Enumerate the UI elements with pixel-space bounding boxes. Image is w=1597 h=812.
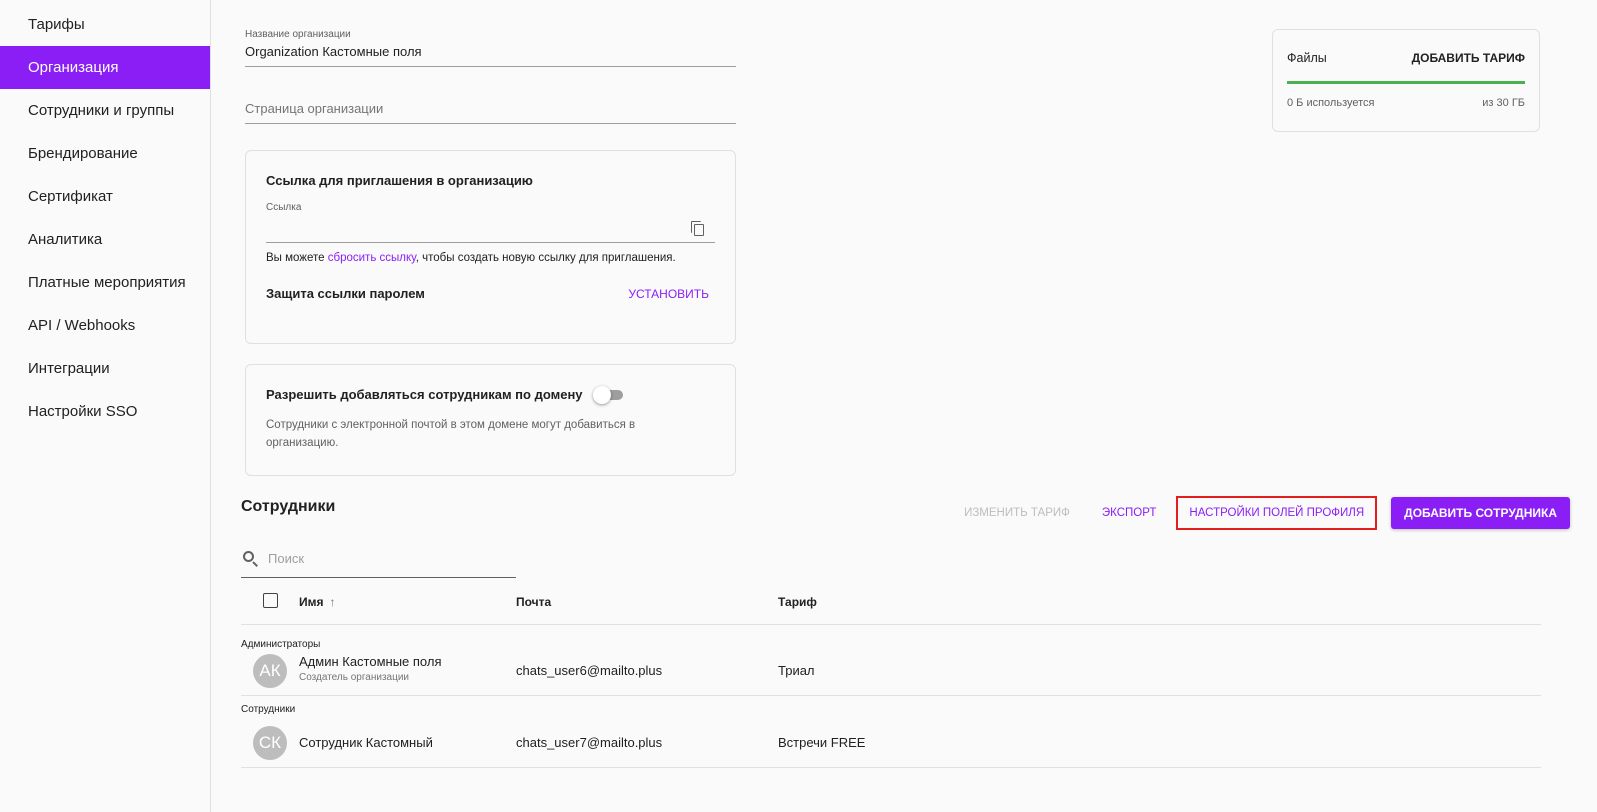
table-row[interactable]: АК Админ Кастомные поля Создатель органи… (241, 645, 1541, 696)
sidebar-item-certificate[interactable]: Сертификат (0, 175, 210, 218)
invite-link-input[interactable] (266, 217, 715, 243)
add-plan-button[interactable]: ДОБАВИТЬ ТАРИФ (1412, 51, 1525, 65)
employee-plan: Триал (778, 663, 815, 678)
sidebar-item-integrations[interactable]: Интеграции (0, 347, 210, 390)
storage-total: из 30 ГБ (1482, 97, 1525, 109)
storage-used: 0 Б используется (1287, 97, 1375, 109)
sidebar-item-paid-events[interactable]: Платные мероприятия (0, 261, 210, 304)
search-input[interactable] (268, 551, 498, 566)
employee-email: chats_user7@mailto.plus (516, 735, 663, 750)
org-name-value[interactable]: Organization Кастомные поля (245, 44, 736, 66)
sidebar-item-branding[interactable]: Брендирование (0, 132, 210, 175)
sidebar-item-organization[interactable]: Организация (0, 46, 210, 89)
org-name-label: Название организации (245, 29, 351, 40)
domain-join-description: Сотрудники с электронной почтой в этом д… (266, 419, 636, 449)
invite-link-card: Ссылка для приглашения в организацию Ссы… (245, 150, 736, 344)
reset-link-hint: Вы можете сбросить ссылку, чтобы создать… (266, 252, 676, 264)
reset-link[interactable]: сбросить ссылку (328, 252, 416, 264)
column-name[interactable]: Имя ↑ (299, 595, 336, 609)
export-button[interactable]: ЭКСПОРТ (1102, 507, 1157, 519)
invite-link-label: Ссылка (266, 202, 302, 213)
group-label-employees: Сотрудники (241, 704, 296, 715)
employees-title: Сотрудники (241, 498, 336, 515)
employee-email: chats_user6@mailto.plus (516, 663, 663, 678)
copy-icon[interactable] (691, 221, 705, 237)
files-title: Файлы (1287, 51, 1327, 65)
avatar: АК (253, 654, 287, 688)
files-card: Файлы ДОБАВИТЬ ТАРИФ 0 Б используется из… (1272, 29, 1540, 132)
employee-search[interactable] (241, 540, 516, 578)
domain-join-card: Разрешить добавляться сотрудникам по дом… (245, 364, 736, 476)
employees-actions: ИЗМЕНИТЬ ТАРИФ ЭКСПОРТ НАСТРОЙКИ ПОЛЕЙ П… (964, 496, 1570, 530)
employee-name: Сотрудник Кастомный (299, 735, 433, 750)
select-all-checkbox[interactable] (263, 593, 278, 608)
domain-join-toggle[interactable] (592, 385, 623, 404)
employee-plan: Встречи FREE (778, 735, 866, 750)
employee-role: Создатель организации (299, 672, 409, 683)
domain-join-title: Разрешить добавляться сотрудникам по дом… (266, 387, 583, 402)
column-email: Почта (516, 595, 552, 609)
profile-fields-settings-button[interactable]: НАСТРОЙКИ ПОЛЕЙ ПРОФИЛЯ (1176, 496, 1378, 530)
avatar: СК (253, 726, 287, 760)
sidebar-item-sso-settings[interactable]: Настройки SSO (0, 390, 210, 433)
add-employee-button[interactable]: ДОБАВИТЬ СОТРУДНИКА (1391, 497, 1570, 529)
group-label-admins: Администраторы (241, 639, 321, 650)
table-header: Имя ↑ Почта Тариф (241, 582, 1541, 625)
change-plan-button[interactable]: ИЗМЕНИТЬ ТАРИФ (964, 507, 1070, 519)
storage-progress-bar (1287, 81, 1525, 84)
sort-arrow-up-icon: ↑ (329, 595, 336, 609)
main-content: Название организации Organization Кастом… (211, 0, 1597, 812)
org-name-field[interactable]: Название организации Organization Кастом… (245, 29, 736, 67)
column-plan: Тариф (778, 595, 817, 609)
sidebar-item-analytics[interactable]: Аналитика (0, 218, 210, 261)
employees-table: Имя ↑ Почта Тариф Администраторы АК Админ… (241, 582, 1541, 768)
invite-link-title: Ссылка для приглашения в организацию (266, 173, 533, 188)
password-protection-label: Защита ссылки паролем (266, 286, 425, 301)
org-page-placeholder[interactable]: Страница организации (245, 101, 736, 123)
org-page-field[interactable]: Страница организации (245, 101, 736, 124)
table-row[interactable]: СК Сотрудник Кастомный chats_user7@mailt… (241, 717, 1541, 768)
sidebar-item-api-webhooks[interactable]: API / Webhooks (0, 304, 210, 347)
sidebar-item-plans[interactable]: Тарифы (0, 3, 210, 46)
set-password-button[interactable]: УСТАНОВИТЬ (628, 287, 709, 301)
sidebar-item-employees-groups[interactable]: Сотрудники и группы (0, 89, 210, 132)
sidebar: Тарифы Организация Сотрудники и группы Б… (0, 0, 211, 812)
employee-name: Админ Кастомные поля (299, 654, 442, 669)
search-icon (243, 550, 259, 567)
